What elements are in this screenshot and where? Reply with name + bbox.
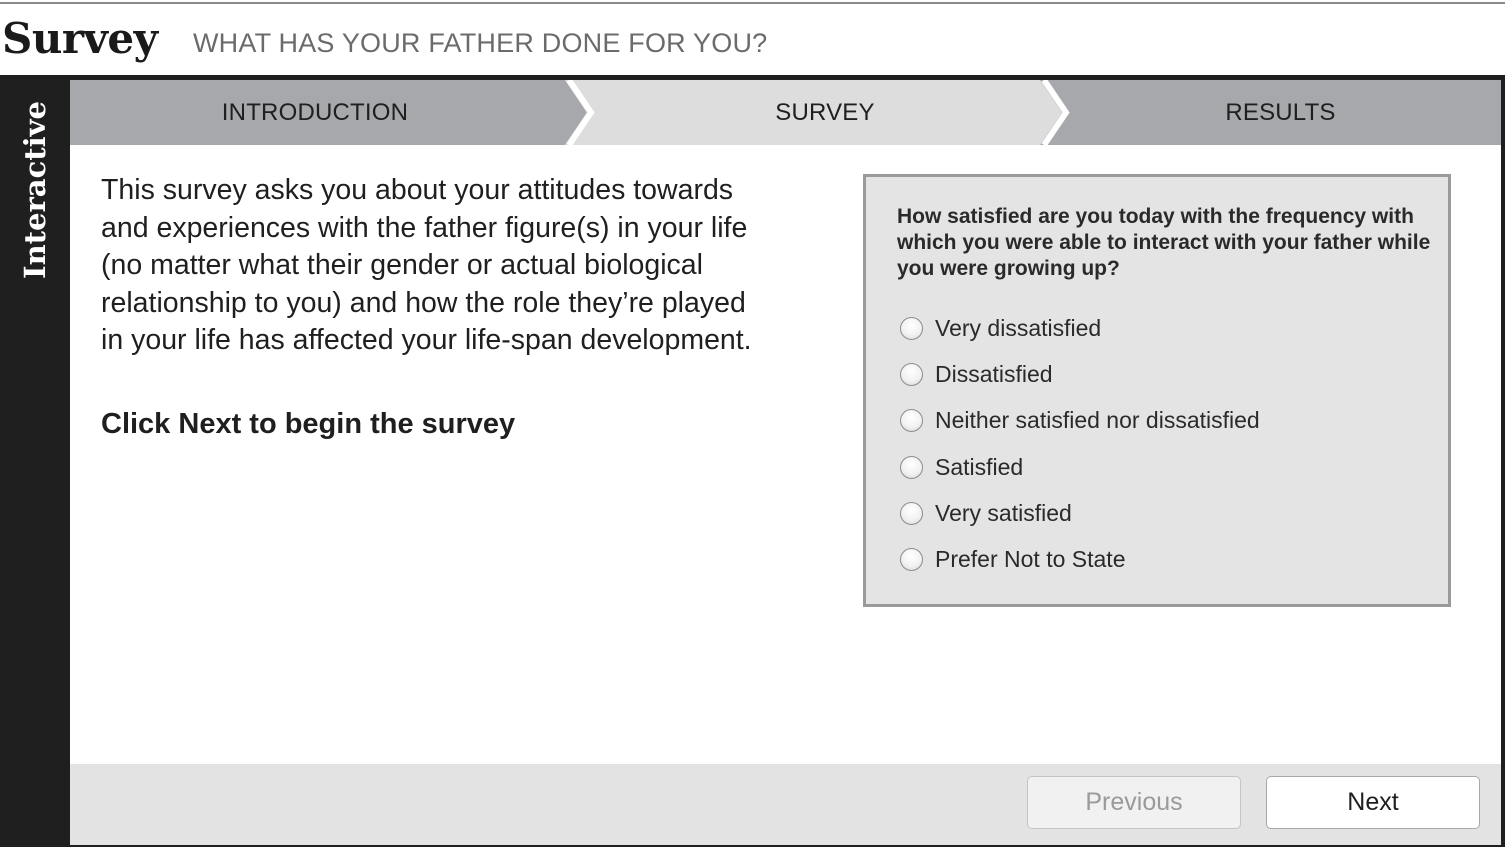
question-preview: How satisfied are you today with the fre… (863, 174, 1451, 607)
option-label: Neither satisfied nor dissatisfied (935, 407, 1260, 434)
radio-button[interactable] (900, 501, 923, 525)
option-very-dissatisfied[interactable]: Very dissatisfied (900, 305, 1430, 351)
next-button[interactable]: Next (1266, 776, 1480, 829)
option-label: Dissatisfied (935, 360, 1053, 387)
radio-button[interactable] (900, 362, 923, 386)
question-text: How satisfied are you today with the fre… (897, 205, 1431, 280)
intro-paragraph: This survey asks you about your attitude… (101, 174, 752, 356)
radio-button[interactable] (900, 548, 923, 572)
activity-frame: Interactive INTRODUCTION SURVEY RESULTS … (0, 75, 1505, 847)
page-header: Survey WHAT HAS YOUR FATHER DONE FOR YOU… (0, 10, 1505, 74)
page-subtitle: WHAT HAS YOUR FATHER DONE FOR YOU? (193, 28, 768, 58)
tab-results[interactable]: RESULTS (1040, 80, 1501, 145)
top-rule (0, 2, 1505, 4)
tab-introduction-label: INTRODUCTION (221, 99, 409, 126)
page-title: Survey (2, 14, 158, 63)
answer-options: Very dissatisfied Dissatisfied Neither s… (900, 305, 1430, 583)
option-prefer-not-to-state[interactable]: Prefer Not to State (900, 536, 1430, 582)
step-tabs: INTRODUCTION SURVEY RESULTS (70, 80, 1501, 145)
side-strip: Interactive (0, 75, 70, 847)
radio-button[interactable] (900, 409, 923, 433)
option-label: Very dissatisfied (935, 314, 1102, 341)
tab-introduction[interactable]: INTRODUCTION (70, 80, 590, 145)
intro-cta: Click Next to begin the survey (101, 408, 516, 440)
side-label: Interactive (18, 101, 52, 279)
option-label: Prefer Not to State (935, 546, 1126, 573)
option-neither[interactable]: Neither satisfied nor dissatisfied (900, 398, 1430, 444)
tab-survey-label: SURVEY (775, 99, 875, 126)
radio-button[interactable] (900, 316, 923, 340)
tab-survey[interactable]: SURVEY (565, 80, 1075, 145)
tab-results-label: RESULTS (1225, 99, 1336, 126)
option-satisfied[interactable]: Satisfied (900, 444, 1430, 490)
option-dissatisfied[interactable]: Dissatisfied (900, 351, 1430, 397)
nav-footer: Previous Next (70, 764, 1501, 845)
previous-button[interactable]: Previous (1027, 776, 1241, 829)
option-very-satisfied[interactable]: Very satisfied (900, 490, 1430, 536)
option-label: Satisfied (935, 453, 1024, 480)
option-label: Very satisfied (935, 499, 1072, 526)
activity-panel: INTRODUCTION SURVEY RESULTS This survey … (70, 80, 1501, 845)
radio-button[interactable] (900, 455, 923, 479)
